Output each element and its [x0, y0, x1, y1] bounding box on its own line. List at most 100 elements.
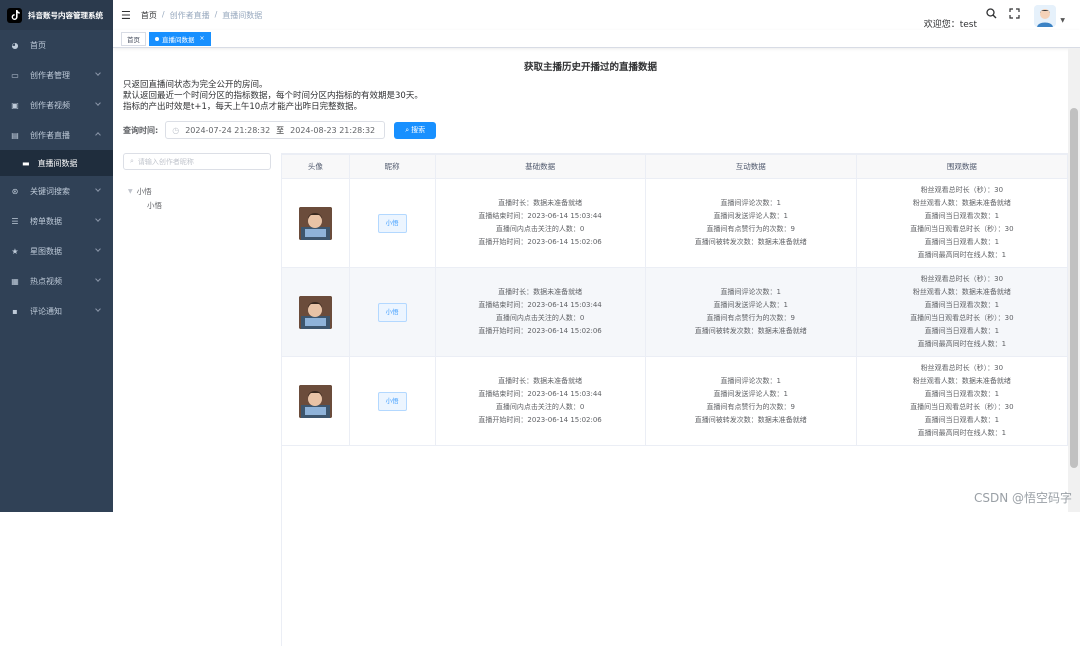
search-button[interactable]: ⌕ 搜索: [394, 121, 437, 139]
cell-line: 直播间最高同时在线人数：1: [917, 340, 1007, 348]
page-scrollbar[interactable]: [1068, 48, 1080, 512]
author-tree-pane: ⌕ 请输入创作者昵称 ▼ 小悟 小悟: [123, 153, 271, 212]
caret-down-icon[interactable]: ▼: [128, 188, 133, 195]
list-icon: ☰: [11, 216, 19, 226]
table-row[interactable]: 小悟 直播时长：数据未准备就绪 直播结束时间：2023-06-14 15:03:44…: [281, 178, 1069, 268]
start-date[interactable]: 2024-07-24 21:28:32: [185, 126, 270, 135]
cell-line: 直播开始时间：2023-06-14 15:02:06: [478, 238, 602, 246]
screen-icon: ▬: [22, 158, 30, 168]
breadcrumb-creator-live: 创作者直播: [169, 10, 210, 20]
cell-line: 直播间内点击关注的人数：0: [495, 314, 585, 322]
sidebar-item-label: 创作者管理: [30, 70, 70, 80]
table-row[interactable]: 小悟 直播时长：数据未准备就绪直播结束时间：2023-06-14 15:03:44…: [281, 356, 1069, 446]
header-avatar: 头像: [281, 154, 350, 179]
sidebar-item-rankings[interactable]: ☰ 榜单数据: [0, 206, 113, 236]
nickname-tag: 小悟: [377, 302, 407, 322]
fullscreen-icon[interactable]: [1009, 8, 1020, 22]
cell-line: 直播间评论次数：1: [720, 199, 781, 207]
sidebar-item-label: 榜单数据: [30, 216, 62, 226]
tree-node-parent[interactable]: ▼ 小悟: [123, 184, 271, 198]
cell-line: 直播间被转发次数：数据未准备就绪: [694, 238, 807, 246]
chevron-down-icon: [95, 276, 101, 282]
search-button-label: 搜索: [411, 126, 426, 134]
tree-node-label: 小悟: [147, 200, 162, 210]
avatar-cell: [281, 178, 350, 268]
cell-line: 直播间当日观看次数：1: [924, 212, 1000, 220]
author-search-input[interactable]: ⌕ 请输入创作者昵称: [123, 153, 271, 170]
chevron-down-icon: [95, 216, 101, 222]
sidebar-item-hot-video[interactable]: ▦ 热点视频: [0, 266, 113, 296]
nickname-cell: 小悟: [348, 267, 436, 357]
date-range-picker[interactable]: ◷ 2024-07-24 21:28:32 至 2024-08-23 21:28…: [165, 121, 386, 139]
cell-line: 直播时长：数据未准备就绪: [498, 199, 583, 207]
user-avatar[interactable]: [1034, 5, 1056, 27]
live-icon: ▤: [11, 130, 19, 140]
cell-line: 直播间最高同时在线人数：1: [917, 429, 1007, 437]
comment-icon: ▪: [12, 306, 18, 316]
app-logo[interactable]: 抖音账号内容管理系统: [0, 0, 113, 30]
sidebar-item-comment-notify[interactable]: ▪ 评论通知: [0, 296, 113, 326]
video-icon: ▣: [11, 100, 19, 110]
sidebar-item-label: 星图数据: [30, 246, 62, 256]
avatar[interactable]: [298, 206, 332, 240]
query-form: 查询时间: ◷ 2024-07-24 21:28:32 至 2024-08-23…: [123, 121, 1058, 139]
note-line: 只返回直播间状态为完全公开的房间。: [123, 80, 268, 90]
caret-down-icon[interactable]: ▼: [1060, 17, 1065, 24]
avatar[interactable]: [298, 295, 332, 329]
cell-line: 粉丝观看人数：数据未准备就绪: [912, 199, 1011, 207]
cell-line: 直播结束时间：2023-06-14 15:03:44: [478, 390, 602, 398]
live-data-table: 头像 昵称 基础数据 互动数据 围观数据 小悟 直播时长：数据未准备就绪 直播结束时…: [281, 153, 1069, 646]
cell-line: 直播时长：数据未准备就绪: [498, 288, 583, 296]
scrollbar-thumb[interactable]: [1070, 108, 1078, 468]
cell-line: 直播开始时间：2023-06-14 15:02:06: [478, 416, 602, 424]
tag-live-data[interactable]: 直播间数据 ×: [149, 31, 211, 46]
sidebar-item-live-data[interactable]: ▬ 直播间数据: [0, 150, 113, 176]
cell-line: 直播间当日观看次数：1: [924, 390, 1000, 398]
nickname-cell: 小悟: [348, 356, 436, 446]
main-content: 获取主播历史开播过的直播数据 只返回直播间状态为完全公开的房间。 默认返回最近一…: [113, 48, 1069, 646]
basic-data-cell: 直播时长：数据未准备就绪 直播结束时间：2023-06-14 15:03:44 直播…: [434, 267, 646, 357]
watch-data-cell: 粉丝观看总时长（秒）：30 粉丝观看人数：数据未准备就绪 直播间当日观看次数：1 直播…: [855, 267, 1069, 357]
sidebar-item-creator-manage[interactable]: ▭ 创作者管理: [0, 60, 113, 90]
table-row[interactable]: 小悟 直播时长：数据未准备就绪 直播结束时间：2023-06-14 15:03:44…: [281, 267, 1069, 357]
dashboard-icon: ◕: [11, 40, 19, 50]
sidebar-item-star-data[interactable]: ★ 星图数据: [0, 236, 113, 266]
hamburger-icon[interactable]: ☰: [121, 9, 131, 22]
cell-line: 粉丝观看总时长（秒）：30: [920, 186, 1004, 194]
cell-line: 直播间评论次数：1: [720, 377, 781, 385]
sidebar-item-creator-video[interactable]: ▣ 创作者视频: [0, 90, 113, 120]
cell-line: 粉丝观看人数：数据未准备就绪: [912, 288, 1011, 296]
chevron-down-icon: [95, 100, 101, 106]
watch-data-cell: 粉丝观看总时长（秒）：30 粉丝观看人数：数据未准备就绪 直播间当日观看次数：1 直播…: [855, 356, 1069, 446]
sidebar-item-creator-live[interactable]: ▤ 创作者直播: [0, 120, 113, 150]
watermark: CSDN @悟空码字: [973, 491, 1072, 505]
cell-line: 直播间当日观看总时长（秒）：30: [910, 225, 1014, 233]
close-icon[interactable]: ×: [200, 35, 205, 42]
cell-line: 粉丝观看总时长（秒）：30: [920, 364, 1004, 372]
sidebar-item-keyword-search[interactable]: ⊛ 关键词搜索: [0, 176, 113, 206]
sidebar-item-label: 热点视频: [30, 276, 62, 286]
nickname-tag: 小悟: [377, 391, 407, 411]
tag-label: 直播间数据: [162, 35, 195, 44]
sidebar-item-home[interactable]: ◕ 首页: [0, 30, 113, 60]
end-date[interactable]: 2024-08-23 21:28:32: [290, 126, 375, 135]
header-interact: 互动数据: [644, 154, 857, 179]
tag-home[interactable]: 首页: [121, 31, 146, 46]
avatar[interactable]: [298, 384, 332, 418]
cell-line: 粉丝观看人数：数据未准备就绪: [912, 377, 1011, 385]
sidebar-item-label: 直播间数据: [37, 158, 78, 168]
cell-line: 直播间有点赞行为的次数：9: [706, 225, 795, 233]
page-title: 获取主播历史开播过的直播数据: [523, 62, 657, 73]
breadcrumb-home[interactable]: 首页: [141, 10, 157, 21]
search-icon[interactable]: [986, 8, 997, 22]
table-empty-area: [281, 446, 1068, 646]
app-title: 抖音账号内容管理系统: [28, 10, 103, 20]
breadcrumb: 首页 / 创作者直播 / 直播间数据: [141, 10, 262, 21]
cell-line: 粉丝观看总时长（秒）：30: [920, 275, 1004, 283]
chevron-down-icon: [95, 186, 101, 192]
cell-line: 直播间评论次数：1: [720, 288, 781, 296]
cell-line: 直播时长：数据未准备就绪: [498, 377, 583, 385]
tree-node-child[interactable]: 小悟: [123, 198, 271, 212]
breadcrumb-separator: /: [214, 9, 218, 19]
chevron-down-icon: [95, 306, 101, 312]
